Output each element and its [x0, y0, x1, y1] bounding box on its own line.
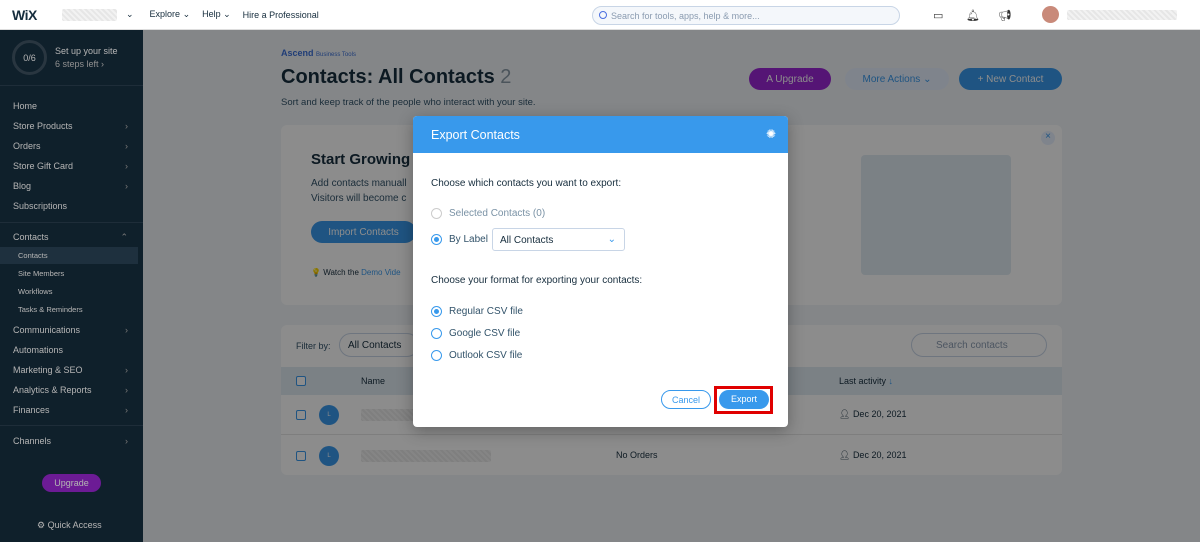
sidebar-item-analytics[interactable]: Analytics & Reports › — [13, 385, 128, 395]
avatar[interactable] — [1042, 6, 1059, 23]
megaphone-icon[interactable]: 📢︎ — [998, 9, 1012, 22]
sidebar-item-blog[interactable]: Blog › — [13, 181, 128, 191]
sidebar-item-subscriptions[interactable]: Subscriptions — [13, 201, 67, 211]
sidebar-item-marketing[interactable]: Marketing & SEO › — [13, 365, 128, 375]
import-contacts-button[interactable]: Import Contacts — [311, 221, 416, 243]
filter-select[interactable]: All Contacts — [339, 333, 419, 357]
sidebar-item-gift-card[interactable]: Store Gift Card › — [13, 161, 128, 171]
modal-header: Export Contacts ✺ — [413, 116, 788, 153]
banner-text-2: Visitors will become c — [311, 193, 407, 204]
table-row[interactable]: L No Orders 👤︎ Dec 20, 2021 — [281, 436, 1062, 476]
sidebar-subitem-site-members[interactable]: Site Members — [18, 269, 64, 278]
radio-google-csv[interactable]: Google CSV file — [431, 328, 520, 339]
search-input[interactable]: Search for tools, apps, help & more... — [592, 6, 900, 25]
sidebar-item-orders[interactable]: Orders › — [13, 141, 128, 151]
close-banner-icon[interactable]: × — [1041, 131, 1055, 145]
contacts-question: Choose which contacts you want to export… — [431, 178, 622, 189]
filter-label: Filter by: — [296, 341, 331, 351]
upgrade-button[interactable]: A Upgrade — [749, 68, 831, 90]
chevron-down-icon: ⌄ — [607, 234, 616, 245]
export-button[interactable]: Export — [719, 390, 769, 409]
orders-status: No Orders — [616, 450, 658, 460]
user-name — [1067, 10, 1177, 20]
brand-logo: Ascend Business Tools — [281, 48, 356, 58]
page-title: Contacts: All Contacts 2 — [281, 66, 512, 88]
more-actions-button[interactable]: More Actions ⌄ — [845, 68, 949, 90]
sidebar-item-home[interactable]: Home — [13, 101, 37, 111]
chat-icon[interactable]: ▭ — [933, 9, 943, 22]
setup-progress: 0/6 — [12, 40, 47, 75]
bell-icon[interactable]: 🔔︎ — [966, 9, 980, 22]
sidebar-item-channels[interactable]: Channels › — [13, 436, 128, 446]
sidebar-item-store-products[interactable]: Store Products › — [13, 121, 128, 131]
radio-by-label[interactable]: By Label — [431, 234, 488, 245]
site-selector[interactable] — [62, 8, 117, 21]
chevron-down-icon[interactable]: ⌄ — [126, 9, 134, 20]
column-last-activity[interactable]: Last activity ↓ — [839, 376, 893, 386]
sidebar-subitem-workflows[interactable]: Workflows — [18, 287, 52, 296]
row-checkbox[interactable] — [296, 410, 306, 420]
column-name[interactable]: Name — [361, 376, 385, 386]
sidebar: 0/6 Set up your site 6 steps left › Home… — [0, 30, 143, 542]
watch-demo-link[interactable]: 💡 Watch the Demo Vide — [311, 268, 401, 277]
export-contacts-modal: Export Contacts ✺ Choose which contacts y… — [413, 116, 788, 427]
wix-logo[interactable]: WiX — [12, 7, 52, 23]
setup-steps[interactable]: 6 steps left › — [55, 59, 104, 69]
format-question: Choose your format for exporting your co… — [431, 275, 643, 286]
sidebar-subitem-contacts[interactable]: Contacts — [18, 251, 48, 260]
nav-explore[interactable]: Explore ⌄ — [150, 9, 191, 20]
sidebar-subitem-tasks[interactable]: Tasks & Reminders — [18, 305, 83, 314]
sidebar-item-contacts[interactable]: Contacts ⌃ — [13, 232, 128, 242]
search-contacts-input[interactable]: Search contacts — [911, 333, 1047, 357]
select-all-checkbox[interactable] — [296, 376, 306, 386]
radio-selected-contacts[interactable]: Selected Contacts (0) — [431, 208, 545, 219]
banner-title: Start Growing — [311, 151, 411, 168]
sidebar-item-communications[interactable]: Communications › — [13, 325, 128, 335]
sidebar-upgrade-button[interactable]: Upgrade — [42, 474, 101, 492]
new-contact-button[interactable]: + New Contact — [959, 68, 1062, 90]
modal-title: Export Contacts — [431, 128, 520, 142]
last-activity: 👤︎ Dec 20, 2021 — [839, 409, 907, 419]
nav-help[interactable]: Help ⌄ — [202, 9, 231, 20]
radio-regular-csv[interactable]: Regular CSV file — [431, 306, 523, 317]
label-select[interactable]: All Contacts ⌄ — [492, 228, 625, 251]
contact-name — [361, 450, 491, 462]
avatar: L — [319, 405, 339, 425]
page-subtitle: Sort and keep track of the people who in… — [281, 97, 536, 108]
radio-outlook-csv[interactable]: Outlook CSV file — [431, 350, 522, 361]
sidebar-item-finances[interactable]: Finances › — [13, 405, 128, 415]
banner-text: Add contacts manuall — [311, 178, 407, 189]
setup-title[interactable]: Set up your site — [55, 46, 118, 56]
avatar: L — [319, 446, 339, 466]
quick-access[interactable]: ⚙ Quick Access — [37, 520, 102, 531]
row-checkbox[interactable] — [296, 451, 306, 461]
cancel-button[interactable]: Cancel — [661, 390, 711, 409]
sidebar-item-automations[interactable]: Automations — [13, 345, 63, 355]
help-icon[interactable]: ✺ — [766, 127, 776, 141]
banner-illustration — [861, 155, 1011, 275]
top-bar: WiX ⌄ Explore ⌄ Help ⌄ Hire a Profession… — [0, 0, 1200, 30]
last-activity: 👤︎ Dec 20, 2021 — [839, 450, 907, 460]
nav-hire[interactable]: Hire a Professional — [243, 10, 319, 20]
